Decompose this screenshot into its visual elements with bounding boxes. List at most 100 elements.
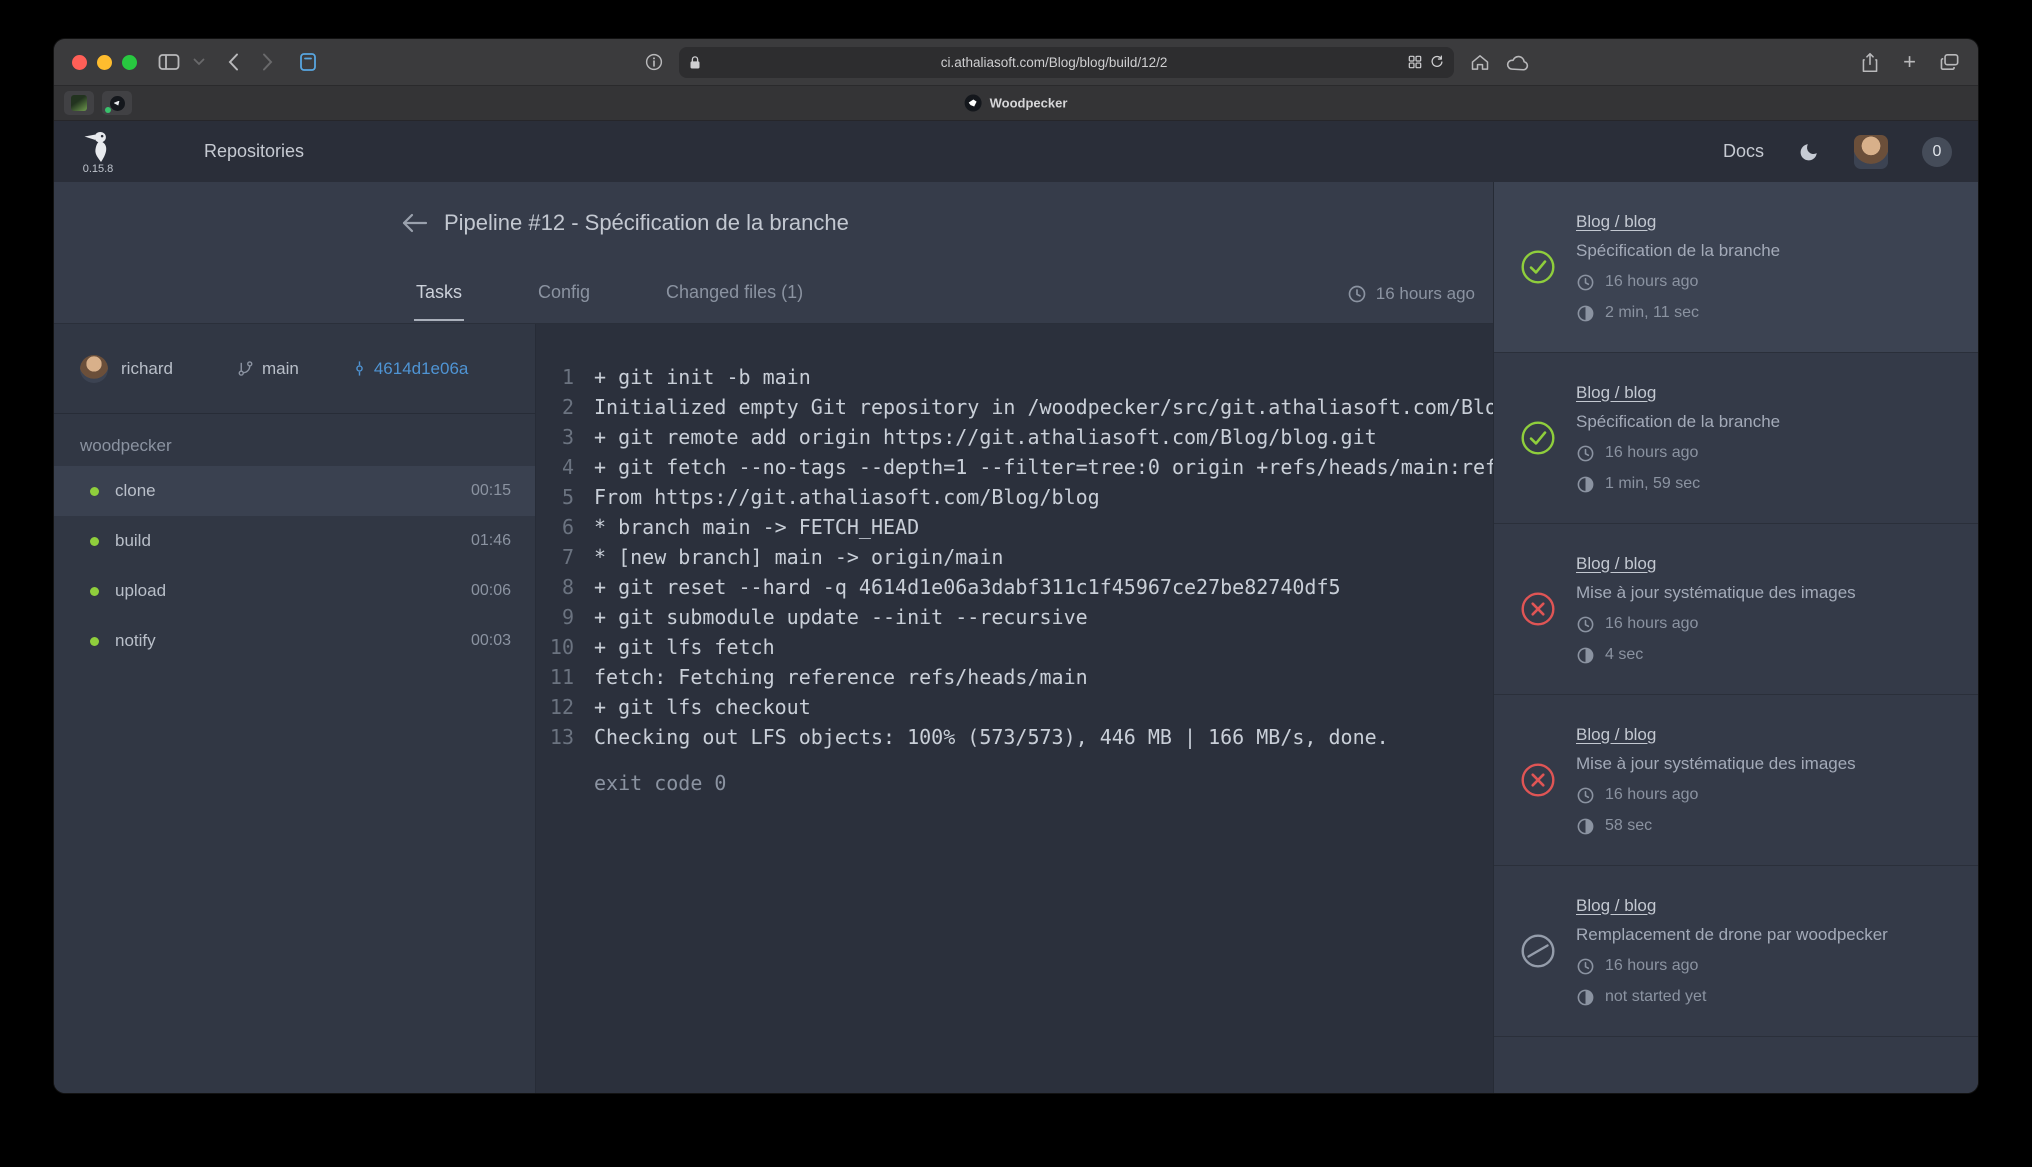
repo-link[interactable]: Blog / blog [1576,212,1780,232]
log-line-number: 9 [536,602,574,632]
task-status-dot-icon [90,587,99,596]
pipeline-card[interactable]: Blog / blog Mise à jour systématique des… [1494,524,1978,695]
status-success-icon [1520,420,1556,456]
log-line: 10 + git lfs fetch [536,632,1493,662]
time-label: 16 hours ago [1605,786,1698,804]
page-title: Pipeline #12 - Spécification de la branc… [444,210,849,236]
tab-tasks[interactable]: Tasks [414,264,464,321]
task-item-build[interactable]: build 01:46 [54,516,535,566]
dark-mode-toggle-moon-icon[interactable] [1798,141,1820,163]
time-label: 16 hours ago [1605,273,1698,291]
log-line-number: 3 [536,422,574,452]
branch-info: main [237,359,299,379]
task-item-notify[interactable]: notify 00:03 [54,616,535,666]
pinned-tab-2[interactable] [102,91,132,115]
nav-repositories[interactable]: Repositories [204,141,304,162]
log-line: 5From https://git.athaliasoft.com/Blog/b… [536,482,1493,512]
duration-icon [1576,988,1595,1007]
duration-icon [1576,304,1595,323]
tab-config[interactable]: Config [536,264,592,319]
author-avatar [80,355,108,383]
clock-icon [1576,786,1595,805]
pipeline-card[interactable]: Blog / blog Remplacement de drone par wo… [1494,866,1978,1037]
back-button[interactable] [228,53,239,71]
log-line: 8+ git reset --hard -q 4614d1e06a3dabf31… [536,572,1493,602]
log-line-number: 12 [536,692,574,722]
pipeline-card[interactable]: Blog / blog Remplacement de drone par wo… [1494,1037,1978,1093]
log-line: 13Checking out LFS objects: 100% (573/57… [536,722,1493,752]
repo-link[interactable]: Blog / blog [1576,896,1888,916]
minimize-window-button[interactable] [97,55,112,70]
log-line: 9+ git submodule update --init --recursi… [536,602,1493,632]
version-label: 0.15.8 [83,163,114,175]
pipeline-time: 16 hours ago [1347,284,1475,304]
status-failure-icon [1520,762,1556,798]
log-line-number: 10 [536,632,574,662]
page-info-icon[interactable] [645,53,663,71]
icloud-tabs-icon[interactable] [1506,54,1529,71]
build-duration: 1 min, 59 sec [1576,475,1780,494]
pipeline-card[interactable]: Blog / blog Mise à jour systématique des… [1494,695,1978,866]
url-text: ci.athaliasoft.com/Blog/blog/build/12/2 [709,55,1400,70]
clock-icon [1576,273,1595,292]
repo-link[interactable]: Blog / blog [1576,554,1856,574]
log-line-number: 8 [536,572,574,602]
pipeline-card[interactable]: Blog / blog Spécification de la branche … [1494,182,1978,353]
chevron-down-icon[interactable] [193,58,205,66]
duration-label: 2 min, 11 sec [1605,304,1699,322]
time-label: 16 hours ago [1605,957,1698,975]
task-item-clone[interactable]: clone 00:15 [54,466,535,516]
notification-badge[interactable]: 0 [1922,137,1952,167]
log-line-text: + git lfs fetch [594,632,775,662]
nav-docs[interactable]: Docs [1723,141,1764,162]
tab-group-badge-icon[interactable] [1408,55,1422,69]
commit-message: Spécification de la branche [1576,412,1780,432]
log-line: 11fetch: Fetching reference refs/heads/m… [536,662,1493,692]
clock-icon [1576,444,1595,463]
tab-status-dot-icon [105,107,111,113]
tab-overview-icon[interactable] [1940,53,1960,71]
task-duration: 00:15 [471,482,511,500]
clock-icon [1347,284,1367,304]
git-commit-icon [351,359,368,378]
address-bar[interactable]: ci.athaliasoft.com/Blog/blog/build/12/2 [679,47,1454,78]
browser-toolbar: ci.athaliasoft.com/Blog/blog/build/12/2 … [54,39,1978,86]
tab-group-page-icon[interactable] [298,52,318,72]
sidebar-toggle-icon[interactable] [158,53,180,71]
zoom-window-button[interactable] [122,55,137,70]
log-line: 12 + git lfs checkout [536,692,1493,722]
git-branch-icon [237,359,254,378]
new-tab-button[interactable]: + [1903,51,1916,73]
active-tab[interactable]: Woodpecker [965,95,1068,112]
home-icon[interactable] [1470,53,1490,72]
task-name: upload [115,581,166,601]
repo-link[interactable]: Blog / blog [1576,383,1780,403]
duration-label: 1 min, 59 sec [1605,475,1700,493]
close-window-button[interactable] [72,55,87,70]
tab-changed-files[interactable]: Changed files (1) [664,264,805,319]
build-duration: not started yet [1576,988,1888,1007]
pinned-tab-1[interactable] [64,91,94,115]
pinned-tab-thumbnail-icon [71,95,87,111]
woodpecker-logo[interactable]: 0.15.8 [80,129,116,175]
back-arrow-icon[interactable] [400,212,428,234]
log-line-text: Initialized empty Git repository in /woo… [594,392,1493,422]
user-avatar[interactable] [1854,135,1888,169]
duration-label: 4 sec [1605,646,1643,664]
clock-icon [1576,615,1595,634]
log-line-number: 1 [536,362,574,392]
pipeline-header: Pipeline #12 - Spécification de la branc… [54,182,1493,324]
forward-button[interactable] [262,53,273,71]
commit-link[interactable]: 4614d1e06a [351,359,469,379]
exit-code-line: exit code 0 [536,768,1493,798]
task-duration: 00:06 [471,582,511,600]
tab-title: Woodpecker [990,96,1068,111]
task-item-upload[interactable]: upload 00:06 [54,566,535,616]
pipeline-card[interactable]: Blog / blog Spécification de la branche … [1494,353,1978,524]
log-line-text: + git lfs checkout [594,692,811,722]
share-icon[interactable] [1861,52,1879,73]
task-status-dot-icon [90,487,99,496]
reload-icon[interactable] [1430,55,1444,69]
repo-link[interactable]: Blog / blog [1576,725,1856,745]
log-line-number: 7 [536,542,574,572]
